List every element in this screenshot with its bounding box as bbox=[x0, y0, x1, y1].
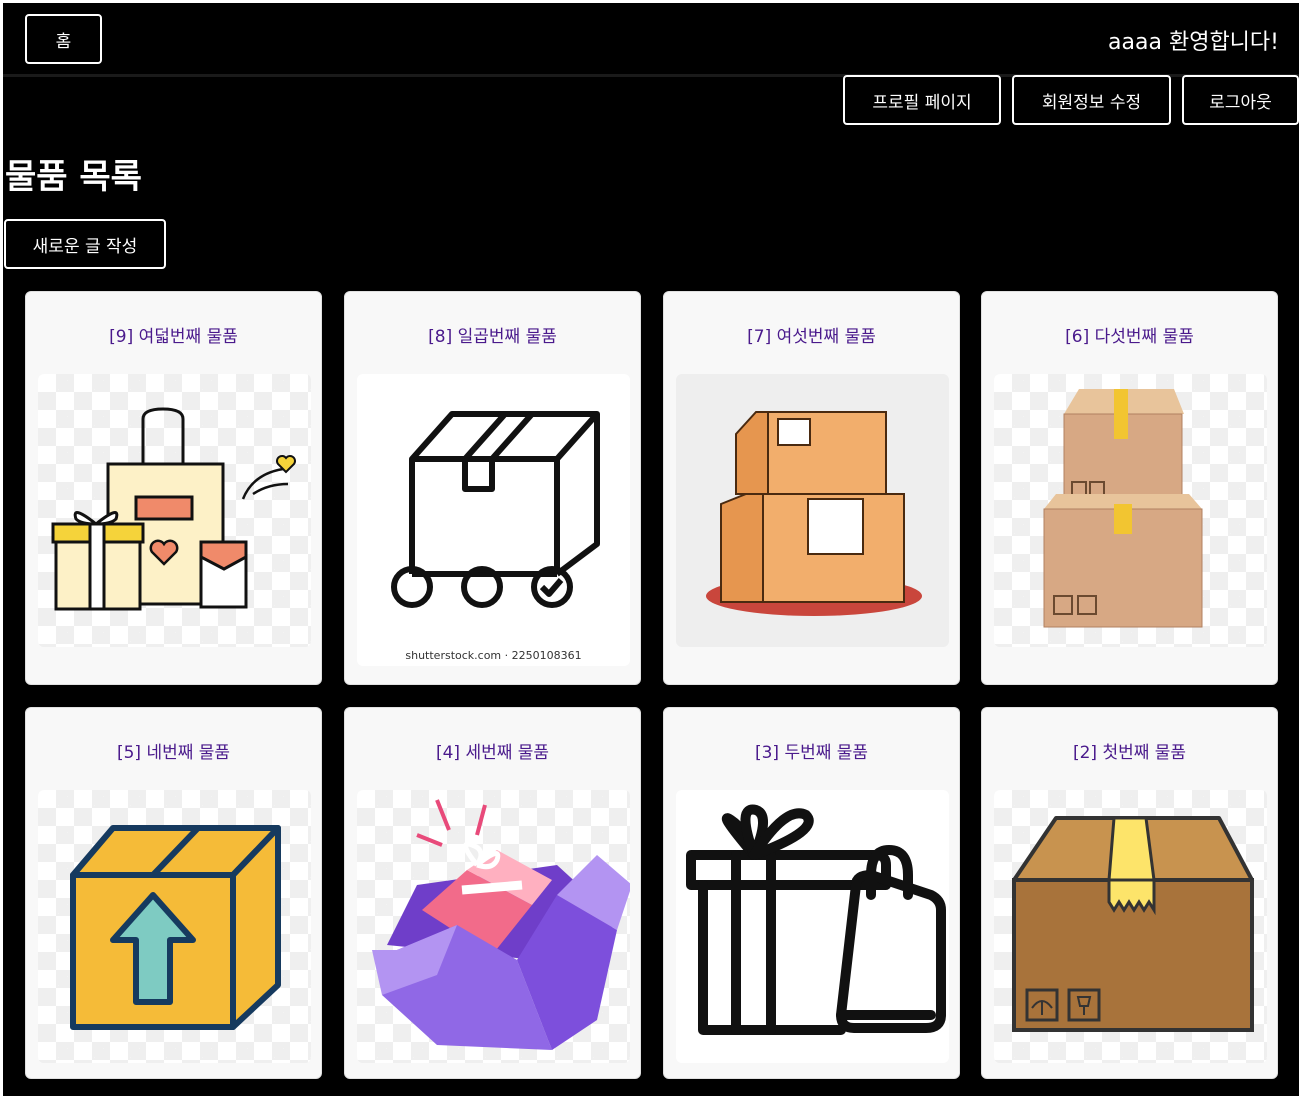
item-title-link[interactable]: [4] 세번째 물품 bbox=[345, 738, 640, 763]
box-upload-icon[interactable] bbox=[38, 790, 311, 1063]
logout-button[interactable]: 로그아웃 bbox=[1182, 75, 1299, 125]
cardboard-boxes-icon[interactable] bbox=[994, 374, 1267, 647]
item-title-link[interactable]: [2] 첫번째 물품 bbox=[982, 738, 1277, 763]
item-card[interactable]: [7] 여섯번째 물품 bbox=[663, 291, 960, 685]
home-button[interactable]: 홈 bbox=[25, 14, 102, 64]
image-credit: shutterstock.com · 2250108361 bbox=[405, 649, 582, 662]
gift-bag-icon[interactable] bbox=[676, 790, 949, 1063]
item-title-link[interactable]: [3] 두번째 물품 bbox=[664, 738, 959, 763]
item-card[interactable]: [3] 두번째 물품 bbox=[663, 707, 960, 1079]
item-title-link[interactable]: [8] 일곱번째 물품 bbox=[345, 322, 640, 347]
package-box-icon[interactable] bbox=[994, 790, 1267, 1063]
item-card[interactable]: [2] 첫번째 물품 bbox=[981, 707, 1278, 1079]
window-border-left bbox=[0, 0, 3, 1096]
shopping-gifts-icon[interactable] bbox=[38, 374, 311, 647]
item-card[interactable]: [6] 다섯번째 물품 bbox=[981, 291, 1278, 685]
welcome-message: aaaa 환영합니다! bbox=[1108, 30, 1279, 55]
item-card[interactable]: [5] 네번째 물품 bbox=[25, 707, 322, 1079]
item-card[interactable]: [4] 세번째 물품 bbox=[344, 707, 641, 1079]
item-title-link[interactable]: [6] 다섯번째 물품 bbox=[982, 322, 1277, 347]
window-border-top bbox=[0, 0, 1299, 3]
open-gift-box-icon[interactable] bbox=[357, 790, 630, 1063]
page-title: 물품 목록 bbox=[5, 157, 142, 197]
item-title-link[interactable]: [7] 여섯번째 물품 bbox=[664, 322, 959, 347]
item-title-link[interactable]: [9] 여덟번째 물품 bbox=[26, 322, 321, 347]
edit-member-info-button[interactable]: 회원정보 수정 bbox=[1012, 75, 1171, 125]
box-cart-icon[interactable]: shutterstock.com · 2250108361 bbox=[357, 374, 630, 666]
profile-page-button[interactable]: 프로필 페이지 bbox=[843, 75, 1001, 125]
item-card[interactable]: [9] 여덟번째 물품 bbox=[25, 291, 322, 685]
stacked-boxes-icon[interactable] bbox=[676, 374, 949, 647]
item-card[interactable]: [8] 일곱번째 물품 shutterstock.com · 225010836… bbox=[344, 291, 641, 685]
new-post-button[interactable]: 새로운 글 작성 bbox=[4, 219, 166, 269]
item-title-link[interactable]: [5] 네번째 물품 bbox=[26, 738, 321, 763]
